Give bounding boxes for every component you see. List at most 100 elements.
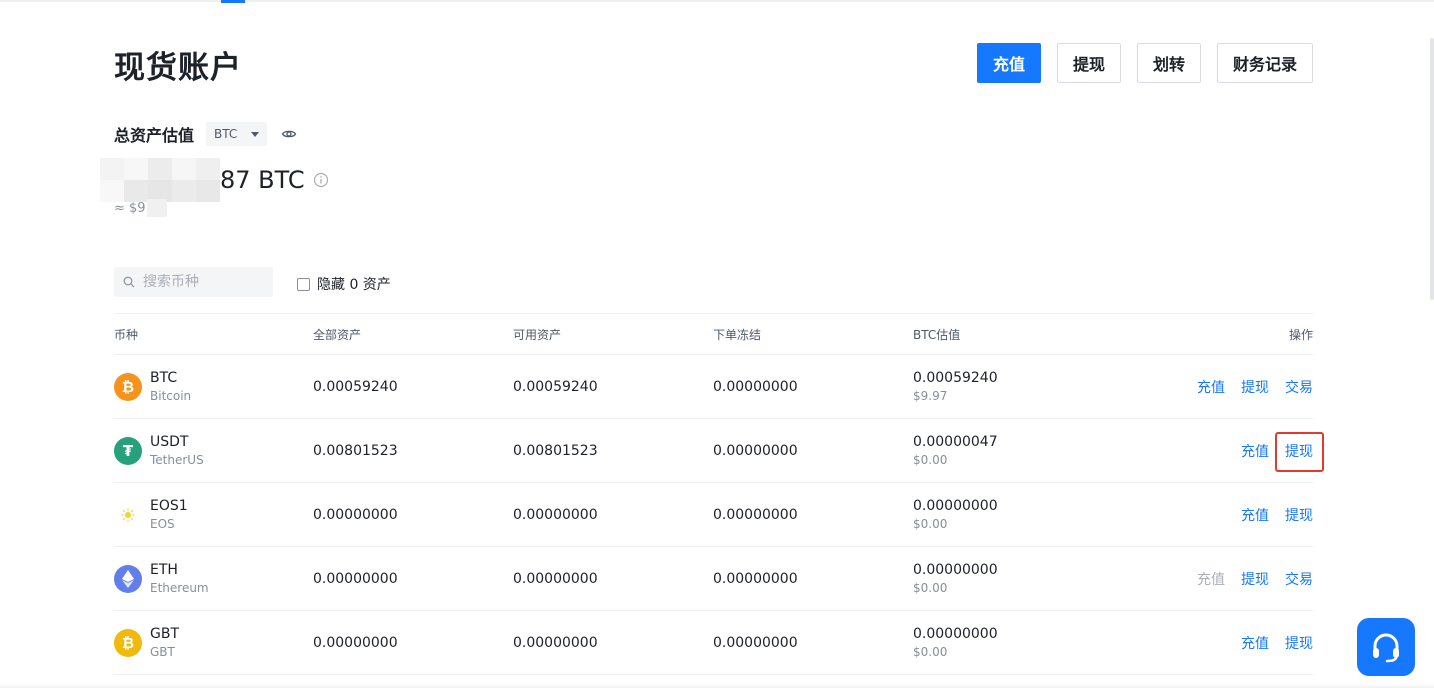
frozen-cell: 0.00000000 — [713, 634, 798, 651]
row-withdraw-link[interactable]: 提现 — [1285, 633, 1313, 653]
assets-table: 币种 全部资产 可用资产 下单冻结 BTC估值 操作 ₿ BTC Bitcoin… — [114, 313, 1324, 675]
row-withdraw-link[interactable]: 提现 — [1285, 505, 1313, 525]
row-deposit-link-disabled: 充值 — [1197, 571, 1225, 588]
row-trade-link[interactable]: 交易 — [1285, 569, 1313, 589]
header-available: 可用资产 — [513, 327, 562, 342]
headset-icon — [1373, 633, 1399, 663]
header-coin: 币种 — [114, 327, 139, 342]
row-actions: 充值 提现 — [1113, 505, 1313, 525]
total-asset-label: 总资产估值 — [114, 126, 195, 145]
btc-value: 0.00000000 — [913, 498, 998, 514]
eos-sun-icon — [114, 500, 142, 529]
btc-value-cell: 0.00000000 $0.00 — [913, 626, 1113, 659]
deposit-button[interactable]: 充值 — [976, 43, 1041, 83]
coin-name: TetherUS — [150, 453, 204, 467]
eye-icon[interactable] — [281, 126, 297, 142]
btc-value: 0.00000000 — [913, 562, 998, 578]
tether-icon: ₮ — [114, 436, 142, 465]
row-actions: 充值 提现 交易 — [1113, 569, 1313, 589]
hide-zero-assets-toggle[interactable]: 隐藏 0 资产 — [297, 274, 391, 294]
total-cell: 0.00801523 — [313, 442, 398, 459]
transfer-button[interactable]: 划转 — [1136, 43, 1201, 83]
coin-cell: ₿ GBT GBT — [114, 626, 313, 659]
withdraw-button[interactable]: 提现 — [1056, 43, 1121, 83]
btc-value-cell: 0.00059240 $9.97 — [913, 370, 1113, 403]
scrollbar[interactable] — [1430, 38, 1434, 300]
row-deposit-link[interactable]: 充值 — [1241, 505, 1269, 525]
caret-down-icon — [251, 131, 260, 137]
coin-name: GBT — [150, 645, 175, 659]
total-cell: 0.00000000 — [313, 506, 398, 523]
bottom-shadow — [0, 684, 1434, 688]
page-title: 现货账户 — [114, 50, 242, 86]
available-cell: 0.00000000 — [513, 570, 598, 587]
table-header: 币种 全部资产 可用资产 下单冻结 BTC估值 操作 — [114, 313, 1313, 355]
header-frozen: 下单冻结 — [713, 327, 762, 342]
header-total: 全部资产 — [313, 327, 362, 342]
coin-name: EOS — [150, 517, 175, 531]
coin-search — [114, 267, 273, 297]
table-row: ₮ USDT TetherUS 0.00801523 0.00801523 0.… — [114, 419, 1324, 483]
btc-value: 0.00000047 — [913, 434, 998, 450]
header-actions: 充值 提现 划转 财务记录 — [976, 43, 1313, 83]
total-cell: 0.00000000 — [313, 570, 398, 587]
customer-support-button[interactable] — [1357, 618, 1415, 676]
total-cell: 0.00000000 — [313, 634, 398, 651]
usd-value: $0.00 — [913, 581, 948, 595]
header-btc-value: BTC估值 — [913, 327, 961, 342]
row-withdraw-link-highlighted[interactable]: 提现 — [1275, 431, 1324, 472]
total-balance: 87 BTC — [100, 158, 329, 202]
search-icon — [123, 276, 135, 288]
balance-usd-approx: ≈ $9 — [114, 199, 167, 217]
hide-zero-label: 隐藏 0 资产 — [317, 277, 391, 293]
usd-value: $0.00 — [913, 645, 948, 659]
btc-value: 0.00000000 — [913, 626, 998, 642]
available-cell: 0.00000000 — [513, 506, 598, 523]
usd-value: $0.00 — [913, 517, 948, 531]
total-cell: 0.00059240 — [313, 378, 398, 395]
ethereum-icon — [114, 564, 142, 593]
header-actions: 操作 — [1288, 327, 1313, 342]
frozen-cell: 0.00000000 — [713, 442, 798, 459]
frozen-cell: 0.00000000 — [713, 570, 798, 587]
row-withdraw-link[interactable]: 提现 — [1241, 377, 1269, 397]
table-row: ₿ BTC Bitcoin 0.00059240 0.00059240 0.00… — [114, 355, 1313, 419]
hide-zero-checkbox[interactable] — [297, 277, 310, 291]
total-asset-header: 总资产估值 BTC — [114, 122, 297, 146]
valuation-currency-value: BTC — [214, 127, 238, 141]
top-nav-border — [0, 0, 1434, 3]
valuation-currency-select[interactable]: BTC — [206, 122, 268, 146]
available-cell: 0.00059240 — [513, 378, 598, 395]
table-row: ₿ GBT GBT 0.00000000 0.00000000 0.000000… — [114, 611, 1313, 675]
table-row: ETH Ethereum 0.00000000 0.00000000 0.000… — [114, 547, 1313, 611]
row-actions: 充值 提现 — [1113, 431, 1324, 472]
btc-value: 0.00059240 — [913, 370, 998, 386]
active-nav-indicator — [221, 0, 245, 3]
row-actions: 充值 提现 — [1113, 633, 1313, 653]
row-deposit-link[interactable]: 充值 — [1241, 441, 1269, 461]
coin-cell: EOS1 EOS — [114, 498, 313, 531]
row-deposit-link[interactable]: 充值 — [1197, 377, 1225, 397]
gbt-coin-icon: ₿ — [114, 628, 142, 657]
redacted-balance-mosaic — [100, 158, 220, 202]
frozen-cell: 0.00000000 — [713, 506, 798, 523]
bitcoin-icon: ₿ — [114, 372, 142, 401]
coin-name: Ethereum — [150, 581, 209, 595]
coin-symbol: GBT — [150, 626, 180, 642]
row-trade-link[interactable]: 交易 — [1285, 377, 1313, 397]
btc-value-cell: 0.00000000 $0.00 — [913, 562, 1113, 595]
info-icon[interactable] — [313, 172, 329, 188]
coin-cell: ₮ USDT TetherUS — [114, 434, 313, 467]
row-deposit-link[interactable]: 充值 — [1241, 633, 1269, 653]
usd-value: $9.97 — [913, 389, 948, 403]
row-withdraw-link[interactable]: 提现 — [1241, 569, 1269, 589]
balance-value: 87 BTC — [220, 166, 305, 194]
financial-records-button[interactable]: 财务记录 — [1216, 43, 1313, 83]
usd-value: $0.00 — [913, 453, 948, 467]
available-cell: 0.00000000 — [513, 634, 598, 651]
coin-search-input[interactable] — [141, 273, 265, 291]
btc-value-cell: 0.00000047 $0.00 — [913, 434, 1113, 467]
coin-cell: ₿ BTC Bitcoin — [114, 370, 313, 403]
balance-usd-text: ≈ $9 — [114, 200, 146, 216]
available-cell: 0.00801523 — [513, 442, 598, 459]
